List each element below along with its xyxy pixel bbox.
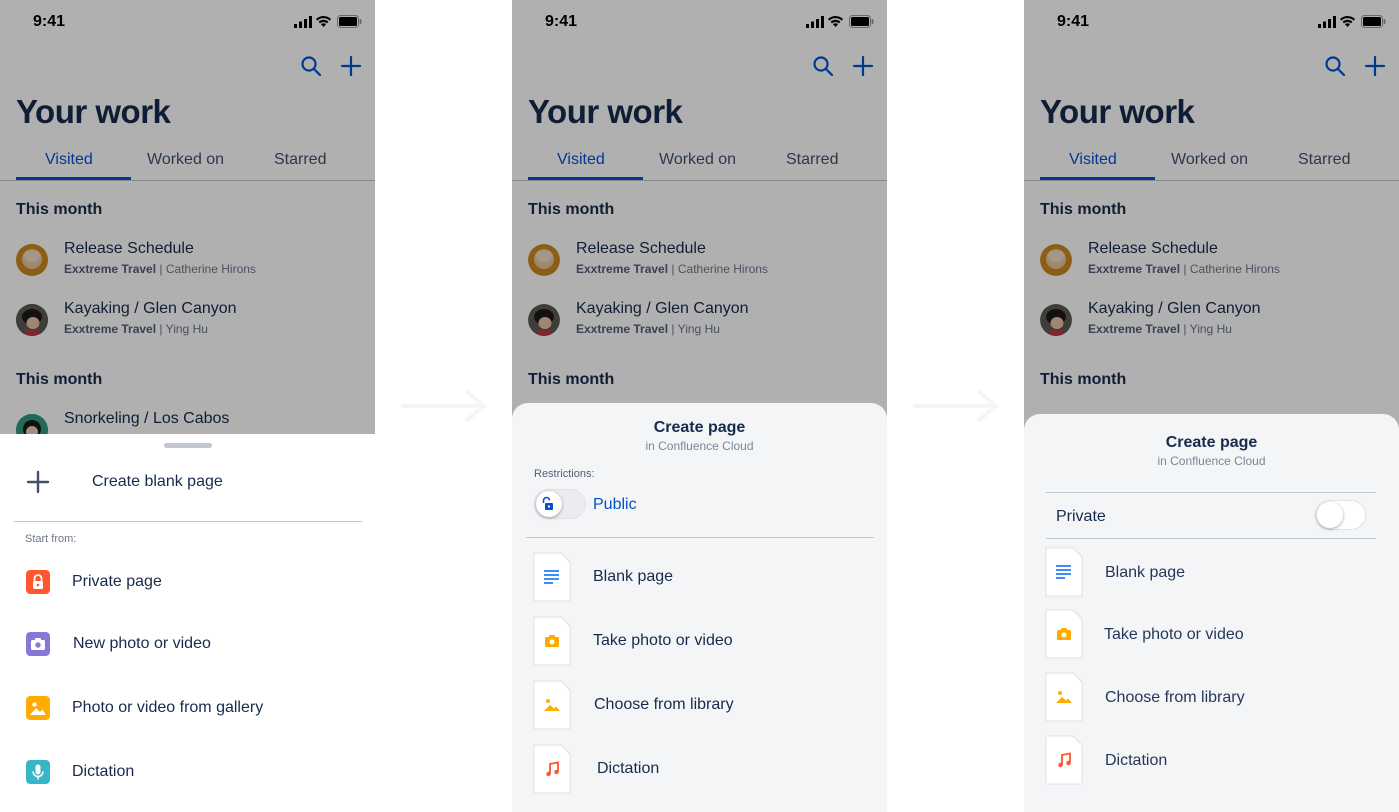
option-label: Dictation [597,760,660,777]
sheet-subtitle: in Confluence Cloud [645,439,754,453]
sheet-subtitle: in Confluence Cloud [1157,454,1266,468]
microphone-icon [26,760,50,784]
private-page-option[interactable]: Private page [0,562,375,602]
private-toggle[interactable] [1315,500,1366,530]
screen-create-menu: 9:41 Your work Visited Worked on Starred… [0,0,375,812]
create-blank-page-button[interactable]: Create blank page [92,473,223,491]
option-label: Take photo or video [593,632,733,649]
divider [14,521,362,522]
option-label: New photo or video [73,635,211,652]
option-label: Choose from library [594,696,734,713]
camera-icon [533,616,571,666]
sheet-title: Create page [1165,434,1258,451]
option-label: Take photo or video [1104,626,1244,643]
camera-icon [26,632,50,656]
divider [1046,538,1376,539]
option-label: Dictation [72,763,135,780]
lock-icon [26,570,50,594]
toggle-knob [536,491,562,517]
image-icon [1045,672,1083,722]
restriction-value: Public [593,496,637,513]
option-label: Private page [72,573,162,590]
create-page-sheet: Create page in Confluence Cloud Private … [1024,414,1399,812]
image-icon [26,696,50,720]
divider [1046,492,1376,493]
image-icon [533,680,571,730]
text-lines-icon [1045,547,1083,597]
new-photo-option[interactable]: New photo or video [0,624,375,664]
option-label: Blank page [593,568,674,585]
music-note-icon [1045,735,1083,785]
start-from-label: Start from: [25,533,77,545]
toggle-knob [1317,502,1343,528]
restrictions-label: Restrictions: [534,468,595,480]
screen-create-page-public: 9:41 Your work Visited Worked on Starred… [512,0,887,812]
unlock-icon [542,496,553,510]
option-label: Choose from library [1105,689,1245,706]
arrow-right-icon [401,390,486,422]
create-page-sheet: Create page in Confluence Cloud Restrict… [512,403,887,812]
camera-icon [1045,609,1083,659]
create-bottom-sheet: Create blank page Start from: Private pa… [0,434,375,812]
plus-icon [26,470,50,494]
restriction-toggle[interactable] [534,489,586,519]
text-lines-icon [533,552,571,602]
option-label: Photo or video from gallery [72,699,264,716]
drag-handle[interactable] [164,443,212,448]
music-note-icon [533,744,571,794]
private-label: Private [1056,508,1106,525]
option-label: Blank page [1105,564,1186,581]
screen-create-page-private: 9:41 Your work Visited Worked on Starred… [1024,0,1399,812]
option-label: Dictation [1105,752,1168,769]
gallery-option[interactable]: Photo or video from gallery [0,688,375,728]
sheet-title: Create page [653,419,746,436]
divider [526,537,874,538]
arrow-right-icon [913,390,998,422]
dictation-option[interactable]: Dictation [0,752,375,792]
